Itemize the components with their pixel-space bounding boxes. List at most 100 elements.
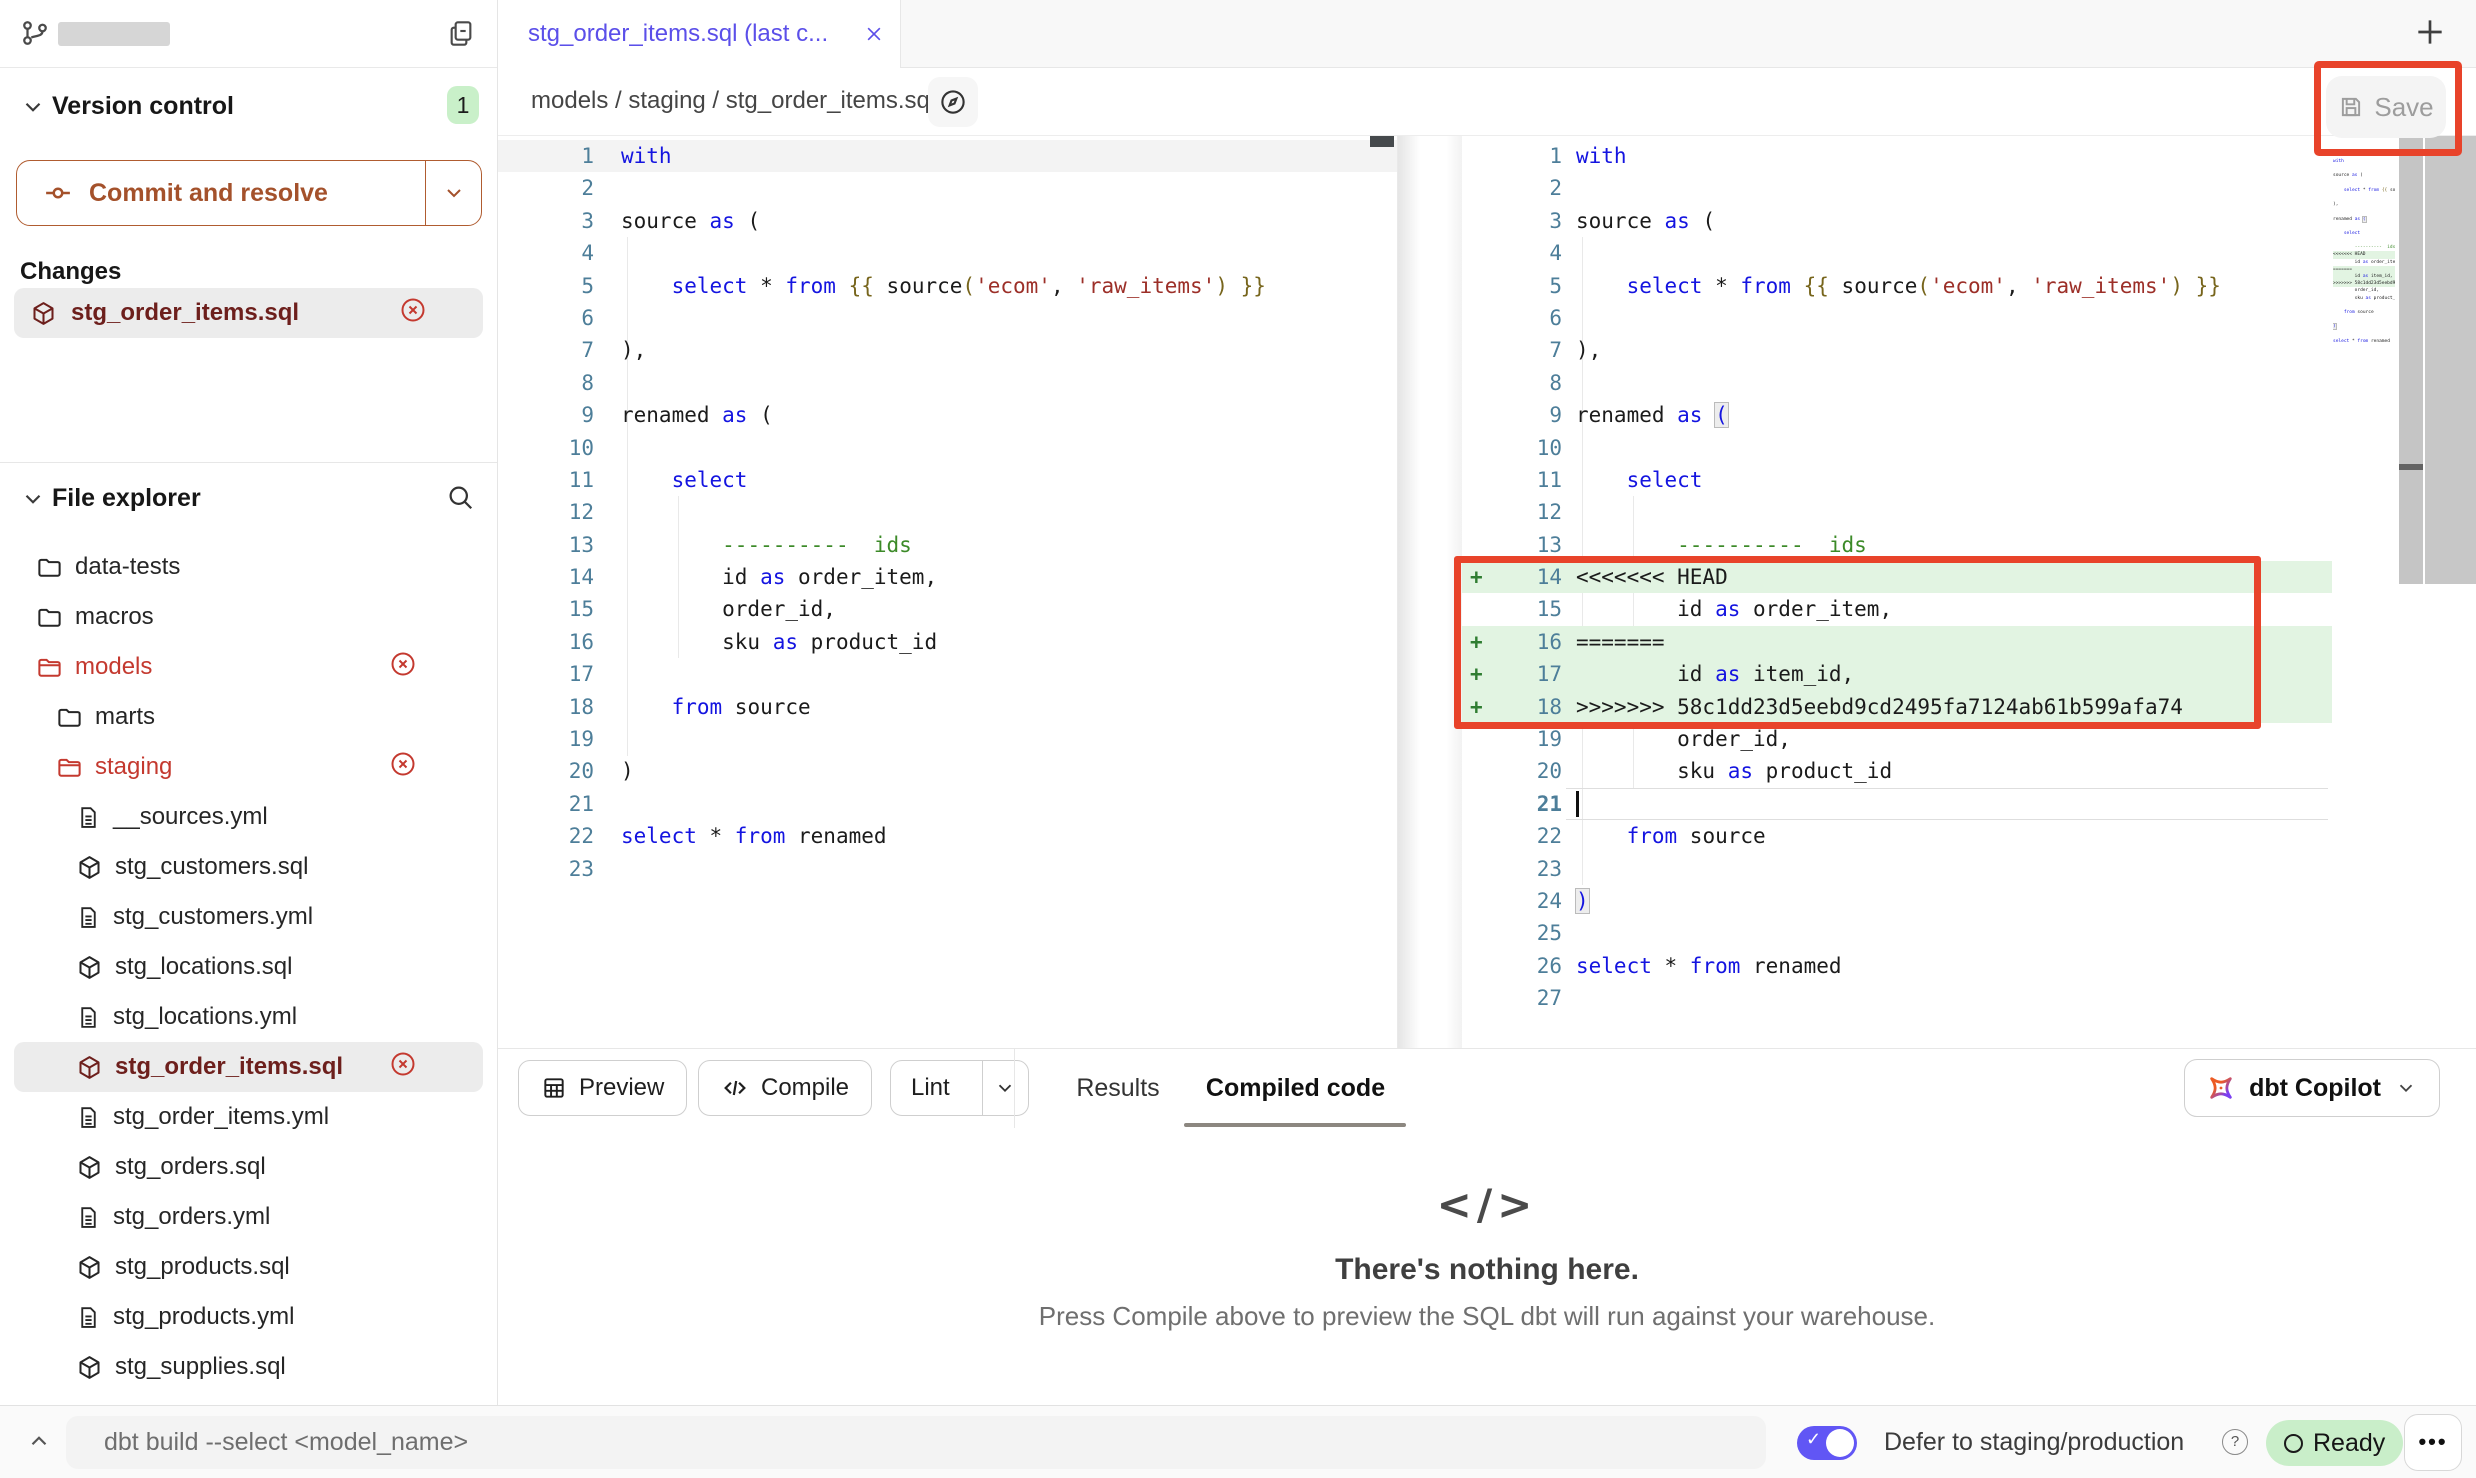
code-line-18: 18 from source	[498, 691, 1397, 723]
branch-name-placeholder	[58, 22, 170, 46]
file-item-stg_customers.sql[interactable]: stg_customers.sql	[0, 842, 497, 892]
file-item-stg_customers.yml[interactable]: stg_customers.yml	[0, 892, 497, 942]
tab-stg-order-items[interactable]: stg_order_items.sql (last c...	[498, 0, 901, 68]
code-line-10: 10	[1462, 432, 2332, 464]
file-item-models[interactable]: models	[0, 642, 497, 692]
discard-change-icon[interactable]	[389, 1050, 417, 1085]
command-input[interactable]: dbt build --select <model_name>	[66, 1416, 1766, 1469]
version-control-header[interactable]: Version control 1	[0, 88, 497, 128]
file-item-staging[interactable]: staging	[0, 742, 497, 792]
code-line-17: 17	[498, 658, 1397, 690]
code-line-27: 27	[1462, 982, 2332, 1014]
commit-options-caret[interactable]	[425, 161, 481, 225]
bottom-toolbar: Preview Compile Lint Results Compiled co…	[498, 1048, 2476, 1128]
file-item-marts[interactable]: marts	[0, 692, 497, 742]
lint-button[interactable]: Lint	[890, 1060, 1029, 1116]
tab-compiled-code[interactable]: Compiled code	[1188, 1049, 1403, 1128]
code-line-16: 16 sku as product_id	[498, 626, 1397, 658]
code-line-1: 1with	[498, 140, 1397, 172]
code-line-26: 26select * from renamed	[1462, 950, 2332, 982]
file-item-macros[interactable]: macros	[0, 592, 497, 642]
code-line-8: 8	[498, 367, 1397, 399]
editor-pane-modified[interactable]: 1with23source as (45 select * from {{ so…	[1462, 136, 2332, 1048]
table-icon	[541, 1075, 567, 1101]
file-item-stg_orders.sql[interactable]: stg_orders.sql	[0, 1142, 497, 1192]
code-line-3: 3source as (	[498, 205, 1397, 237]
help-icon[interactable]: ?	[2222, 1429, 2248, 1455]
folder-icon	[36, 554, 63, 581]
file-item-data-tests[interactable]: data-tests	[0, 542, 497, 592]
ready-label: Ready	[2313, 1429, 2385, 1458]
file-item-label: stg_orders.sql	[115, 1153, 266, 1181]
code-line-2: 2	[1462, 172, 2332, 204]
more-options-button[interactable]: •••	[2404, 1414, 2462, 1471]
doc-icon	[76, 905, 101, 930]
lineage-compass-icon[interactable]	[928, 77, 978, 127]
pane-divider	[1398, 136, 1462, 1048]
file-item-label: stg_customers.yml	[113, 903, 313, 931]
code-line-2: 2	[498, 172, 1397, 204]
code-line-5: 5 select * from {{ source('ecom', 'raw_i…	[1462, 270, 2332, 302]
chevron-down-icon	[20, 94, 46, 120]
dbt-copilot-button[interactable]: dbt Copilot	[2184, 1059, 2440, 1117]
commit-button-label: Commit and resolve	[89, 179, 328, 208]
model-icon	[76, 1054, 103, 1081]
code-line-14: +14<<<<<<< HEAD	[1462, 561, 2332, 593]
code-line-17: +17 id as item_id,	[1462, 658, 2332, 690]
left-pane-scrollbar-thumb[interactable]	[1370, 136, 1394, 147]
defer-toggle[interactable]: ✓	[1797, 1426, 1857, 1460]
git-branch-icon[interactable]	[20, 18, 50, 48]
file-item-label: data-tests	[75, 553, 180, 581]
file-item-label: marts	[95, 703, 155, 731]
file-item-stg_orders.yml[interactable]: stg_orders.yml	[0, 1192, 497, 1242]
change-item-stg_order_items.sql[interactable]: stg_order_items.sql	[14, 288, 483, 338]
discard-change-icon[interactable]	[389, 650, 417, 685]
lint-options-caret[interactable]	[982, 1061, 1028, 1115]
file-item-stg_products.yml[interactable]: stg_products.yml	[0, 1292, 497, 1342]
doc-icon	[76, 1305, 101, 1330]
duplicate-files-icon[interactable]	[445, 17, 477, 49]
copilot-label: dbt Copilot	[2249, 1074, 2381, 1103]
sidebar-header	[0, 0, 497, 68]
expand-command-bar-icon[interactable]	[26, 1428, 52, 1454]
code-line-21: 21	[498, 788, 1397, 820]
editor-pane-original[interactable]: 1with23source as (45 select * from {{ so…	[498, 136, 1398, 1048]
file-explorer-header[interactable]: File explorer	[0, 480, 497, 520]
file-explorer-title: File explorer	[52, 484, 201, 513]
save-button-label: Save	[2374, 92, 2433, 123]
save-button[interactable]: Save	[2326, 76, 2446, 138]
file-item-stg_supplies.sql[interactable]: stg_supplies.sql	[0, 1342, 497, 1392]
editor-scrollbar[interactable]	[2399, 136, 2423, 584]
file-item-__sources.yml[interactable]: __sources.yml	[0, 792, 497, 842]
discard-change-icon[interactable]	[399, 296, 427, 331]
commit-and-resolve-button[interactable]: Commit and resolve	[16, 160, 482, 226]
code-line-9: 9renamed as (	[498, 399, 1397, 431]
file-item-stg_locations.yml[interactable]: stg_locations.yml	[0, 992, 497, 1042]
close-tab-icon[interactable]	[864, 24, 884, 44]
file-item-stg_locations.sql[interactable]: stg_locations.sql	[0, 942, 497, 992]
file-item-stg_order_items.sql[interactable]: stg_order_items.sql	[14, 1042, 483, 1092]
tab-label: stg_order_items.sql (last c...	[498, 20, 828, 48]
copilot-caret-icon	[2395, 1077, 2417, 1099]
chevron-down-icon	[20, 486, 46, 512]
new-tab-button[interactable]	[2410, 12, 2450, 52]
window-scrollbar[interactable]	[2425, 136, 2476, 584]
code-line-19: 19 order_id,	[1462, 723, 2332, 755]
discard-change-icon[interactable]	[389, 750, 417, 785]
model-icon	[30, 300, 57, 327]
file-item-label: stg_products.yml	[113, 1303, 294, 1331]
tab-results[interactable]: Results	[1063, 1049, 1173, 1128]
changes-list: stg_order_items.sql	[14, 288, 483, 338]
file-item-label: stg_supplies.sql	[115, 1353, 286, 1381]
folder-open-icon	[56, 754, 83, 781]
diff-editor[interactable]: 1with23source as (45 select * from {{ so…	[498, 136, 2476, 1048]
minimap[interactable]: withsource as ( select * from {{ source(…	[2333, 158, 2395, 352]
file-item-stg_order_items.yml[interactable]: stg_order_items.yml	[0, 1092, 497, 1142]
code-line-22: 22select * from renamed	[498, 820, 1397, 852]
compile-button[interactable]: Compile	[698, 1060, 872, 1116]
doc-icon	[76, 805, 101, 830]
file-item-label: stg_order_items.sql	[115, 1053, 343, 1081]
search-icon[interactable]	[445, 482, 475, 512]
file-item-stg_products.sql[interactable]: stg_products.sql	[0, 1242, 497, 1292]
preview-button[interactable]: Preview	[518, 1060, 687, 1116]
